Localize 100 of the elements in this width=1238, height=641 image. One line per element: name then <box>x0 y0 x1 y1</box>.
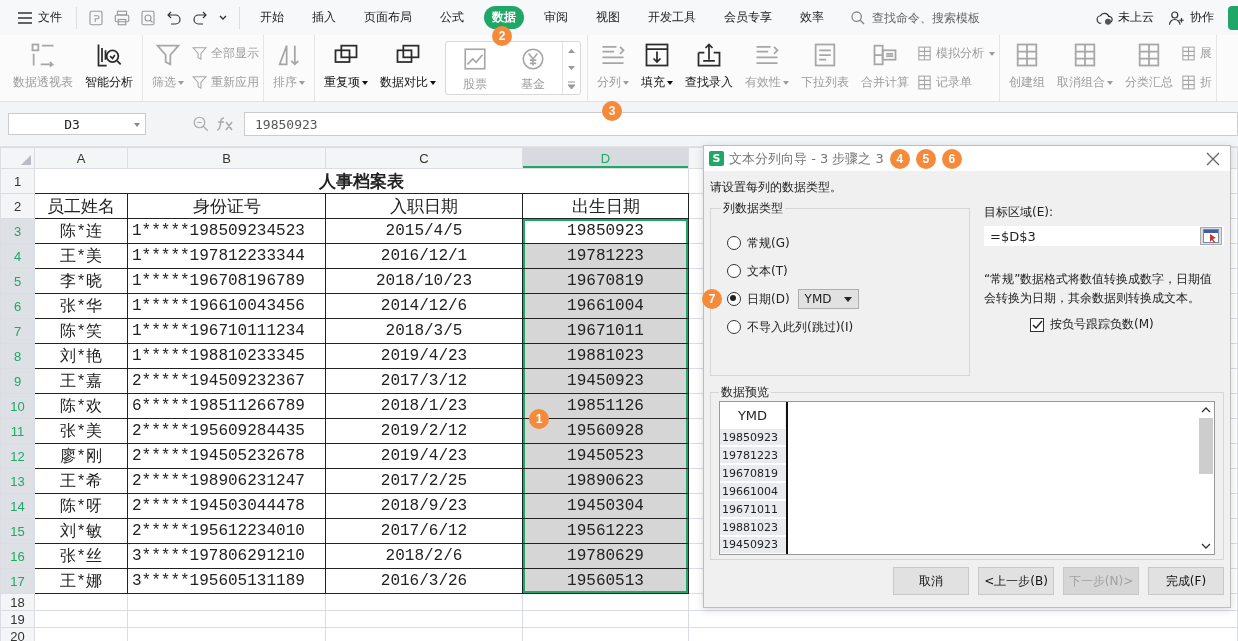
radio-button[interactable] <box>727 236 741 250</box>
download-box-icon <box>643 41 671 69</box>
table-cell: 2018/2/6 <box>325 543 523 569</box>
ribbon-tab[interactable]: 效率 <box>792 6 832 29</box>
table-cell: 19881023 <box>522 343 689 369</box>
step-marker: 6 <box>941 148 962 169</box>
ribbon-button[interactable]: 填充 <box>636 37 678 99</box>
ribbon-button[interactable]: 重复项 <box>319 37 373 99</box>
preview-icon[interactable] <box>139 8 157 27</box>
upload-box-icon <box>695 41 723 69</box>
table-cell: 2019/4/23 <box>325 443 523 469</box>
grid-icon <box>1180 45 1197 62</box>
ribbon-tab[interactable]: 公式 <box>432 6 472 29</box>
table-cell: 2016/12/1 <box>325 243 523 269</box>
table-cell: 陈*连 <box>34 218 128 244</box>
field-label: 目标区域(E): <box>984 204 1054 221</box>
ribbon-tab[interactable]: 开始 <box>252 6 292 29</box>
ribbon-button[interactable]: 智能分析 <box>80 37 138 99</box>
ribbon-tab[interactable]: 会员专享 <box>716 6 780 29</box>
step-marker: 4 <box>889 148 910 169</box>
table-cell: 王*美 <box>34 243 128 269</box>
person-plus-icon <box>1168 9 1186 26</box>
ribbon-button[interactable]: 数据对比 <box>375 37 441 99</box>
table-cell: 李*晓 <box>34 268 128 294</box>
table-title: 人事档案表 <box>34 168 689 194</box>
column-heading: 出生日期 <box>522 193 689 219</box>
table-cell: 王*嘉 <box>34 368 128 394</box>
table-cell: 19661004 <box>522 293 689 319</box>
table-cell: 6*****198511266789 <box>127 393 326 419</box>
dialog-button[interactable]: 取消 <box>893 567 969 595</box>
scroll-down-icon[interactable] <box>1201 542 1211 550</box>
ribbon-tab[interactable]: 视图 <box>588 6 628 29</box>
column-header[interactable]: B <box>127 147 326 169</box>
table-cell: 2017/2/25 <box>325 468 523 494</box>
table-cell: 陈*笑 <box>34 318 128 344</box>
dialog-button[interactable]: <上一步(B) <box>978 567 1054 595</box>
preview-value: 19671011 <box>720 501 786 518</box>
table-cell: 陈*欢 <box>34 393 128 419</box>
preview-value: 19670819 <box>720 465 786 482</box>
table-cell: 1*****197812233344 <box>127 243 326 269</box>
collaborate-button[interactable]: 协作 <box>1168 9 1214 26</box>
table-cell: 2*****198906231247 <box>127 468 326 494</box>
table-cell: 19781223 <box>522 243 689 269</box>
caret-icon <box>843 296 852 302</box>
table-cell: 刘*敏 <box>34 518 128 544</box>
file-menu[interactable]: 文件 <box>12 9 68 26</box>
radio-button[interactable] <box>727 292 741 306</box>
row-header[interactable]: 2 <box>0 193 35 219</box>
column-header[interactable]: C <box>325 147 523 169</box>
grid-icon <box>916 74 933 91</box>
line-chart-icon <box>462 46 488 72</box>
radio-option[interactable]: 文本(T) <box>727 262 788 280</box>
column-header[interactable]: A <box>34 147 128 169</box>
description-text: “常规”数据格式将数值转换成数字，日期值会转换为日期，其余数据则转换成文本。 <box>984 271 1214 307</box>
ribbon-tab[interactable]: 插入 <box>304 6 344 29</box>
table-cell: 3*****197806291210 <box>127 543 326 569</box>
preview-value: 19450923 <box>720 537 786 553</box>
table-arrow-icon <box>29 41 57 69</box>
table-cell: 2*****194503044478 <box>127 493 326 519</box>
name-box[interactable]: D3 <box>8 113 146 135</box>
radio-button[interactable] <box>727 320 741 334</box>
dialog-button[interactable]: 完成(F) <box>1148 567 1224 595</box>
table-cell: 19450923 <box>522 368 689 394</box>
expand-icon[interactable] <box>567 80 576 90</box>
table-cell: 2018/10/23 <box>325 268 523 294</box>
table-cell: 2014/12/6 <box>325 293 523 319</box>
row-header[interactable]: 1 <box>0 168 35 194</box>
step-marker: 7 <box>702 289 722 309</box>
ribbon-tab[interactable]: 页面布局 <box>356 6 420 29</box>
table-cell: 廖*刚 <box>34 443 128 469</box>
radio-button[interactable] <box>727 264 741 278</box>
share-button[interactable] <box>1228 5 1238 30</box>
search-field[interactable]: 查找命令、搜索模板 <box>850 9 1004 26</box>
preview-value: 19781223 <box>720 447 786 464</box>
preview-value: 19881023 <box>720 519 786 535</box>
table-cell: 19561223 <box>522 518 689 544</box>
table-cell: 19890623 <box>522 468 689 494</box>
cloud-status-button[interactable]: 未上云 <box>1096 9 1154 26</box>
range-picker-icon[interactable] <box>1200 227 1222 245</box>
printer-icon[interactable] <box>113 8 131 27</box>
table-cell: 陈*呀 <box>34 493 128 519</box>
table-cell: 张*丝 <box>34 543 128 569</box>
radio-option[interactable]: 不导入此列(跳过)(I) <box>727 318 854 336</box>
scroll-up-icon[interactable] <box>1201 406 1211 414</box>
table-cell: 2*****194505232678 <box>127 443 326 469</box>
search-icon <box>850 9 866 26</box>
ribbon-tab[interactable]: 开发工具 <box>640 6 704 29</box>
table-cell: 2019/2/12 <box>325 418 523 444</box>
ribbon-button[interactable]: 查找录入 <box>680 37 738 99</box>
table-cell: 2*****194509232367 <box>127 368 326 394</box>
checkbox-option[interactable]: 按负号跟踪负数(M) <box>1030 316 1224 333</box>
checkbox[interactable] <box>1030 317 1044 332</box>
ribbon-tab[interactable]: 审阅 <box>536 6 576 29</box>
close-icon[interactable] <box>1206 151 1220 166</box>
format-dropdown[interactable]: YMD <box>797 289 859 309</box>
group-label: 数据预览 <box>720 384 770 401</box>
radio-option[interactable]: 日期(D) <box>727 290 790 308</box>
destination-field[interactable]: =$D$3 <box>984 226 1224 246</box>
radio-option[interactable]: 常规(G) <box>727 234 790 252</box>
table-cell: 张*华 <box>34 293 128 319</box>
